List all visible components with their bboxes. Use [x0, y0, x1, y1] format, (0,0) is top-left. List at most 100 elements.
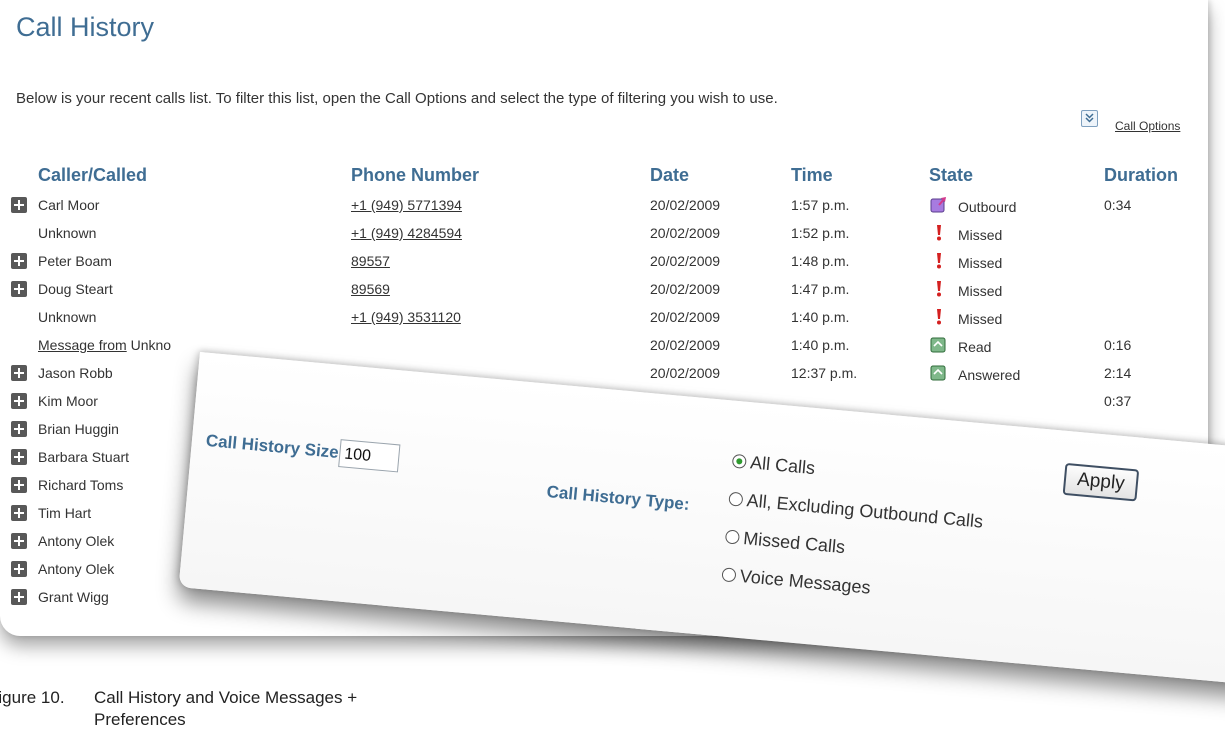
read-message-icon: [930, 336, 948, 354]
radio-label: Missed Calls: [742, 527, 846, 557]
call-time: 1:47 p.m.: [791, 281, 850, 297]
call-row[interactable]: Message from Unkno 20/02/2009 1:40 p.m. Rea…: [0, 333, 1208, 361]
radio-voice-messages[interactable]: Voice Messages: [721, 560, 872, 601]
call-time: 1:57 p.m.: [791, 197, 850, 213]
call-state: Answered: [958, 367, 1021, 383]
call-date: 20/02/2009: [650, 365, 721, 381]
answered-call-icon: [930, 364, 948, 382]
figure-number: Figure 10.: [0, 688, 65, 707]
phone-number-link[interactable]: +1 (949) 3531120: [351, 309, 461, 325]
phone-number-link[interactable]: +1 (949) 5771394: [351, 197, 462, 213]
call-time: 1:52 p.m.: [791, 225, 850, 241]
missed-call-icon: [930, 308, 948, 326]
radio-button[interactable]: [721, 567, 737, 583]
call-state: Missed: [958, 311, 1003, 327]
caller-name: Tim Hart: [38, 505, 92, 521]
expand-plus-icon[interactable]: [11, 505, 27, 521]
caption-line-2: Preferences: [94, 710, 186, 729]
call-options-link[interactable]: Call Options: [1115, 119, 1180, 133]
expand-options-icon[interactable]: [1081, 110, 1098, 127]
call-row[interactable]: Unknown +1 (949) 4284594 20/02/2009 1:52 p.…: [0, 221, 1208, 249]
missed-call-icon: [930, 224, 948, 242]
expand-plus-icon[interactable]: [11, 533, 27, 549]
call-duration: 2:14: [1104, 365, 1132, 381]
expand-plus-icon[interactable]: [11, 477, 27, 493]
expand-plus-icon[interactable]: [11, 365, 27, 381]
phone-number-link[interactable]: 89557: [351, 253, 390, 269]
radio-all-calls[interactable]: All Calls: [731, 447, 816, 482]
call-state: Missed: [958, 255, 1003, 271]
call-date: 20/02/2009: [650, 197, 721, 213]
expand-plus-icon[interactable]: [11, 393, 27, 409]
call-time: 1:40 p.m.: [791, 309, 850, 325]
caller-name: Unknown: [38, 225, 97, 241]
page-title: Call History: [16, 12, 155, 42]
call-state: Missed: [958, 283, 1003, 299]
radio-button[interactable]: [728, 491, 744, 507]
message-link[interactable]: Message from: [38, 337, 127, 353]
call-date: 20/02/2009: [650, 225, 721, 241]
call-state: Missed: [958, 227, 1003, 243]
phone-number-link[interactable]: +1 (949) 4284594: [351, 225, 462, 241]
col-time[interactable]: Time: [791, 165, 833, 186]
missed-call-icon: [930, 252, 948, 270]
col-date[interactable]: Date: [650, 165, 689, 186]
col-state[interactable]: State: [929, 165, 973, 186]
radio-label: All, Excluding Outbound Calls: [745, 489, 984, 532]
caller-name: Carl Moor: [38, 197, 100, 213]
call-row[interactable]: Unknown +1 (949) 3531120 20/02/2009 1:40 p.…: [0, 305, 1208, 333]
expand-plus-icon[interactable]: [11, 253, 27, 269]
call-duration: 0:34: [1104, 197, 1132, 213]
call-duration: 0:16: [1104, 337, 1132, 353]
call-date: 20/02/2009: [650, 253, 721, 269]
call-time: 1:48 p.m.: [791, 253, 850, 269]
caller-name: Grant Wigg: [38, 589, 109, 605]
expand-plus-icon[interactable]: [11, 421, 27, 437]
radio-label: All Calls: [749, 451, 816, 478]
caller-name: Peter Boam: [38, 253, 112, 269]
caller-name: Barbara Stuart: [38, 449, 130, 465]
expand-plus-icon[interactable]: [11, 281, 27, 297]
call-row[interactable]: Carl Moor +1 (949) 5771394 20/02/2009 1:57 …: [0, 193, 1208, 221]
caller-name: Unknown: [38, 309, 97, 325]
caller-name: Jason Robb: [38, 365, 113, 381]
call-date: 20/02/2009: [650, 337, 721, 353]
col-duration[interactable]: Duration: [1104, 165, 1178, 186]
col-caller[interactable]: Caller/Called: [38, 165, 147, 186]
outbound-call-icon: [930, 196, 948, 214]
expand-plus-icon[interactable]: [11, 589, 27, 605]
call-state: Outbourd: [958, 199, 1017, 215]
caller-name: Kim Moor: [38, 393, 98, 409]
radio-button[interactable]: [731, 453, 747, 469]
missed-call-icon: [930, 280, 948, 298]
radio-label: Voice Messages: [739, 565, 872, 598]
apply-button[interactable]: Apply: [1062, 462, 1140, 502]
history-type-label: Call History Type:: [545, 482, 691, 514]
caller-name: Doug Steart: [38, 281, 113, 297]
caller-name: Antony Olek: [38, 561, 115, 577]
caption-line-1: Call History and Voice Messages +: [94, 688, 358, 707]
radio-missed-calls[interactable]: Missed Calls: [724, 522, 846, 561]
history-size-input[interactable]: 100: [338, 439, 401, 473]
call-date: 20/02/2009: [650, 309, 721, 325]
call-row[interactable]: Doug Steart 89569 20/02/2009 1:47 p.m. Misse…: [0, 277, 1208, 305]
caller-name: Antony Olek: [38, 533, 115, 549]
col-phone[interactable]: Phone Number: [351, 165, 479, 186]
history-size-label: Call History Size:: [205, 430, 346, 463]
phone-number-link[interactable]: 89569: [351, 281, 390, 297]
call-row[interactable]: Peter Boam 89557 20/02/2009 1:48 p.m. Missed: [0, 249, 1208, 277]
expand-plus-icon[interactable]: [11, 449, 27, 465]
call-duration: 0:37: [1104, 393, 1132, 409]
intro-text: Below is your recent calls list. To filt…: [16, 90, 778, 107]
expand-plus-icon[interactable]: [11, 197, 27, 213]
expand-plus-icon[interactable]: [11, 561, 27, 577]
call-state: Read: [958, 339, 992, 355]
radio-button[interactable]: [724, 529, 741, 545]
call-time: 1:40 p.m.: [791, 337, 850, 353]
caller-name: Richard Toms: [38, 477, 124, 493]
caller-name: Brian Huggin: [38, 421, 119, 437]
call-date: 20/02/2009: [650, 281, 721, 297]
call-time: 12:37 p.m.: [791, 365, 858, 381]
call-row[interactable]: Jason Robb 20/02/2009 12:37 p.m. Answered 2:…: [0, 361, 1208, 389]
caller-name: Message from Unkno: [38, 337, 172, 353]
